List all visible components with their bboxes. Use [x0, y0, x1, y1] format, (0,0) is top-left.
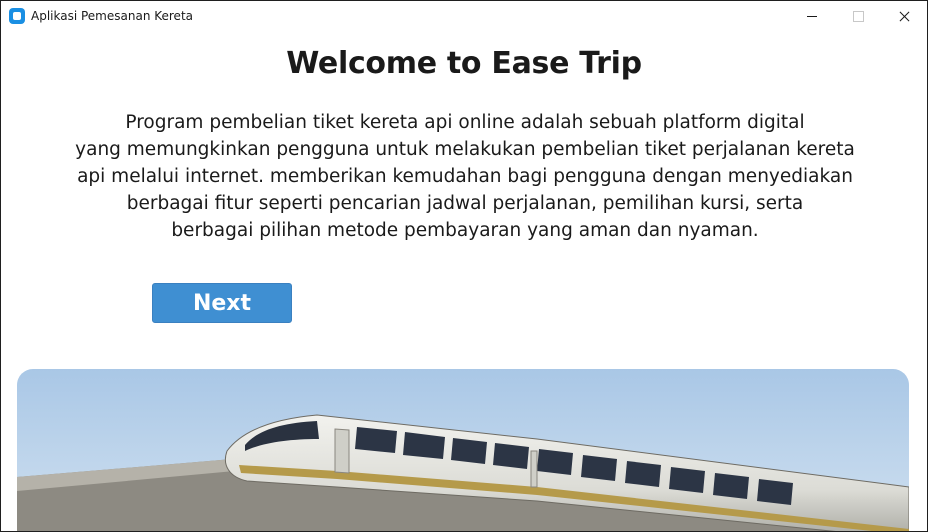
- app-icon: [9, 8, 25, 24]
- app-window: Aplikasi Pemesanan Kereta Welcome to Eas…: [0, 0, 928, 532]
- app-description: Program pembelian tiket kereta api onlin…: [15, 109, 915, 244]
- description-line: berbagai pilihan metode pembayaran yang …: [171, 220, 759, 241]
- monorail-train-image: [17, 369, 909, 531]
- description-line: Program pembelian tiket kereta api onlin…: [125, 112, 805, 133]
- title-bar[interactable]: Aplikasi Pemesanan Kereta: [1, 1, 927, 32]
- close-button[interactable]: [881, 1, 927, 32]
- description-line: api melalui internet. memberikan kemudah…: [77, 166, 853, 187]
- minimize-button[interactable]: [789, 1, 835, 32]
- next-button[interactable]: Next: [152, 283, 292, 323]
- welcome-heading: Welcome to Ease Trip: [286, 46, 642, 81]
- description-line: yang memungkinkan pengguna untuk melakuk…: [75, 139, 855, 160]
- maximize-button[interactable]: [835, 1, 881, 32]
- description-line: berbagai fitur seperti pencarian jadwal …: [126, 193, 804, 214]
- window-title: Aplikasi Pemesanan Kereta: [31, 9, 193, 23]
